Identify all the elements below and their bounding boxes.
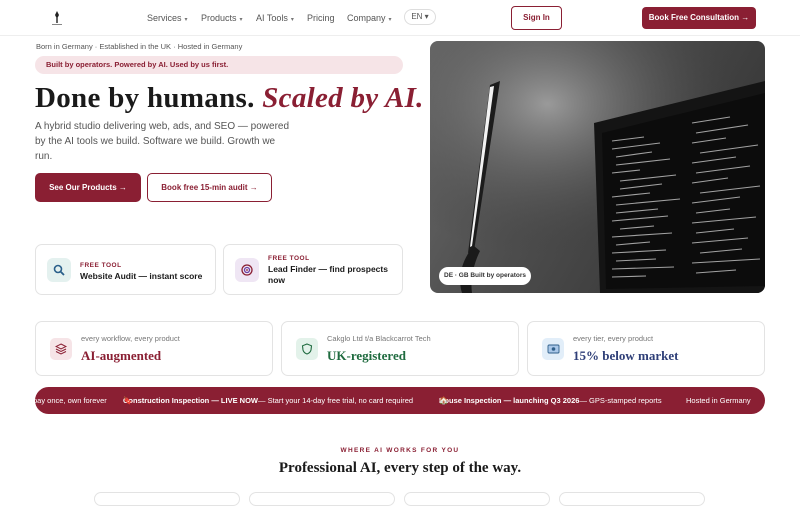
tool-kicker: FREE TOOL [268,255,310,262]
stat-value: AI-augmented [81,348,162,363]
feature-card [559,492,705,506]
chevron-down-icon: ▾ [388,17,392,23]
top-nav: Services ▾ Products ▾ AI Tools ▾ Pricing Co… [0,0,800,36]
feature-card [249,492,395,506]
chevron-down-icon: ▾ [239,17,243,23]
ticker-item-house[interactable]: 🏠 House Inspection — launching Q3 2026 —… [439,387,662,414]
pin-icon: 🔖 [123,396,133,405]
origin-meta: Born in Germany · Established in the UK … [36,42,243,51]
hero-subtitle: A hybrid studio delivering web, ads, and… [35,121,290,162]
headline-accent: Scaled by AI. [262,82,424,114]
book-consultation-button[interactable]: Book Free Consultation → [642,7,756,29]
image-badge: DE · GB Built by operators [439,267,531,285]
nav-company[interactable]: Company ▾ [347,13,392,23]
ticker-item: Hosted in Germany [686,396,751,405]
nav-pricing[interactable]: Pricing [307,13,335,23]
stat-label: every workflow, every product [81,334,180,343]
hero-photo-desk-lamp-monitor [430,41,765,293]
stat-label: every tier, every product [573,334,654,343]
ticker-item: pay once, own forever [35,396,107,405]
stat-card-uk-registered: Cakglo Ltd t/a Blackcarrot Tech UK-regis… [281,321,519,376]
section-title: Professional AI, every step of the way. [278,460,522,476]
money-icon [542,338,564,360]
stat-value: 15% below market [573,348,679,363]
tagline-pill: Built by operators. Powered by AI. Used … [35,56,403,74]
stat-label: Cakglo Ltd t/a Blackcarrot Tech [327,334,431,343]
target-icon [235,258,259,282]
headline-plain: Done by humans. [35,82,255,114]
hero-headline: Done by humans. Scaled by AI. [35,82,424,115]
feature-card [404,492,550,506]
feature-card [94,492,240,506]
chevron-down-icon: ▾ [290,17,294,23]
nav-services[interactable]: Services ▾ [147,13,188,23]
house-icon: 🏠 [439,396,449,405]
tool-title: Website Audit — instant score [80,271,203,281]
tool-title: Lead Finder — find prospects now [268,264,388,285]
nav-ai-tools[interactable]: AI Tools ▾ [256,13,294,23]
book-audit-button[interactable]: Book free 15-min audit → [147,173,272,202]
chevron-down-icon: ▾ [184,17,188,23]
stat-card-ai-augmented: every workflow, every product AI-augment… [35,321,273,376]
stat-value: UK-registered [327,348,406,363]
stat-card-price: every tier, every product 15% below mark… [527,321,765,376]
layers-icon [50,338,72,360]
nav-products[interactable]: Products ▾ [201,13,243,23]
shield-icon [296,338,318,360]
section-kicker: WHERE AI WORKS FOR YOU [340,447,460,454]
announcement-ticker: pay once, own forever 🔖 Construction Ins… [35,387,765,414]
logo-icon[interactable] [50,10,64,26]
see-products-button[interactable]: See Our Products → [35,173,141,202]
language-selector[interactable]: EN ▾ [404,9,436,25]
sign-in-button[interactable]: Sign In [511,6,562,30]
magnifier-icon [47,258,71,282]
ticker-item-construction[interactable]: 🔖 Construction Inspection — LIVE NOW — S… [123,387,413,414]
tool-card-lead-finder[interactable]: FREE TOOL Lead Finder — find prospects n… [223,244,403,295]
tool-card-website-audit[interactable]: FREE TOOL Website Audit — instant score [35,244,216,295]
tool-kicker: FREE TOOL [80,262,122,269]
